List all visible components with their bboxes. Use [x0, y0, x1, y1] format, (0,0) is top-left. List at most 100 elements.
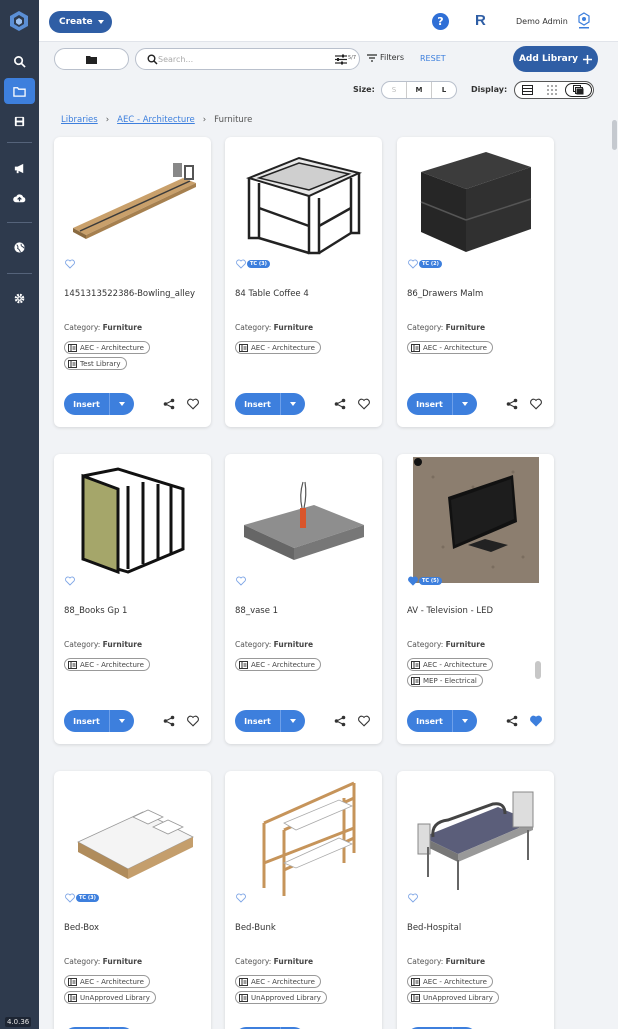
tune-icon[interactable]	[335, 54, 347, 65]
content-card[interactable]: 88_vase 1 Category: Furniture AEC - Arch…	[225, 454, 382, 744]
category-value: Furniture	[102, 640, 143, 649]
small-heart-icon[interactable]	[236, 893, 246, 903]
card-thumbnail[interactable]	[235, 464, 372, 576]
breadcrumb-libraries[interactable]: Libraries	[61, 115, 98, 125]
sidebar-item-web[interactable]	[4, 234, 35, 260]
content-card[interactable]: TC (2) 86_Drawers Malm Category: Furnitu…	[397, 137, 554, 427]
content-card[interactable]: TC (5) AV - Television - LED Category: F…	[397, 454, 554, 744]
reset-button[interactable]: RESET	[420, 54, 446, 63]
library-tag[interactable]: MEP - Electrical	[407, 674, 483, 687]
size-option-l[interactable]: L	[432, 82, 456, 98]
card-thumbnail[interactable]	[407, 781, 544, 893]
card-thumbnail[interactable]	[64, 781, 201, 893]
heart-icon[interactable]	[358, 398, 370, 410]
small-heart-icon[interactable]	[65, 259, 75, 269]
card-thumbnail[interactable]	[407, 147, 544, 259]
small-heart-icon[interactable]	[236, 576, 246, 586]
insert-dropdown[interactable]	[109, 710, 134, 732]
create-button[interactable]: Create	[49, 11, 112, 33]
display-grid-option[interactable]	[540, 82, 565, 98]
insert-button[interactable]: Insert	[235, 393, 305, 415]
share-icon[interactable]	[506, 715, 518, 727]
small-heart-icon[interactable]	[65, 576, 75, 586]
library-tag[interactable]: AEC - Architecture	[235, 341, 321, 354]
share-icon[interactable]	[163, 398, 175, 410]
content-card[interactable]: Bed-Bunk Category: Furniture AEC - Archi…	[225, 771, 382, 1029]
filters-button[interactable]: Filters	[367, 53, 404, 62]
heart-icon[interactable]	[187, 715, 199, 727]
share-icon[interactable]	[334, 398, 346, 410]
user-avatar-icon[interactable]	[577, 12, 591, 30]
heart-icon[interactable]	[358, 715, 370, 727]
card-thumbnail[interactable]	[235, 147, 372, 259]
tc-badge[interactable]: TC (5)	[419, 577, 442, 585]
small-heart-icon[interactable]	[408, 259, 418, 269]
sidebar-item-upload[interactable]	[4, 185, 35, 211]
category-value: Furniture	[273, 640, 314, 649]
tags-scrollbar[interactable]	[535, 661, 541, 679]
small-heart-icon[interactable]	[65, 893, 75, 903]
small-heart-icon[interactable]	[408, 576, 418, 586]
card-thumbnail[interactable]	[407, 457, 544, 583]
sidebar-item-libraries[interactable]	[4, 78, 35, 104]
content-card[interactable]: Bed-Hospital Category: Furniture AEC - A…	[397, 771, 554, 1029]
insert-button[interactable]: Insert	[407, 710, 477, 732]
insert-dropdown[interactable]	[280, 710, 305, 732]
library-tag[interactable]: AEC - Architecture	[64, 658, 150, 671]
insert-dropdown[interactable]	[109, 393, 134, 415]
search-input[interactable]	[158, 52, 328, 67]
library-tag[interactable]: AEC - Architecture	[235, 658, 321, 671]
share-icon[interactable]	[506, 398, 518, 410]
tc-badge[interactable]: TC (2)	[419, 260, 442, 268]
insert-dropdown[interactable]	[452, 710, 477, 732]
insert-button[interactable]: Insert	[407, 393, 477, 415]
library-tag[interactable]: AEC - Architecture	[235, 975, 321, 988]
insert-button[interactable]: Insert	[64, 710, 134, 732]
tc-badge[interactable]: TC (3)	[76, 894, 99, 902]
user-name[interactable]: Demo Admin	[516, 17, 568, 26]
library-tag[interactable]: Test Library	[64, 357, 127, 370]
small-heart-icon[interactable]	[236, 259, 246, 269]
size-option-m[interactable]: M	[406, 82, 432, 98]
heart-filled-icon[interactable]	[530, 715, 542, 727]
library-tag[interactable]: UnApproved Library	[407, 991, 499, 1004]
content-card[interactable]: TC (3) Bed-Box Category: Furniture AEC -…	[54, 771, 211, 1029]
card-thumbnail[interactable]	[64, 464, 201, 576]
revit-icon[interactable]: R	[475, 12, 486, 29]
share-icon[interactable]	[334, 715, 346, 727]
page-scrollbar[interactable]	[612, 120, 617, 150]
display-card-option[interactable]	[565, 83, 593, 97]
content-card[interactable]: 1451313522386-Bowling_alley Category: Fu…	[54, 137, 211, 427]
card-thumbnail[interactable]	[64, 147, 201, 259]
add-library-button[interactable]: Add Library	[513, 46, 598, 72]
sidebar-item-settings[interactable]	[4, 285, 35, 311]
folder-view-button[interactable]	[54, 48, 129, 70]
insert-button[interactable]: Insert	[64, 393, 134, 415]
content-card[interactable]: 88_Books Gp 1 Category: Furniture AEC - …	[54, 454, 211, 744]
help-icon[interactable]: ?	[432, 13, 449, 30]
library-tag[interactable]: AEC - Architecture	[64, 341, 150, 354]
insert-dropdown[interactable]	[280, 393, 305, 415]
library-tag[interactable]: UnApproved Library	[64, 991, 156, 1004]
heart-icon[interactable]	[530, 398, 542, 410]
tc-badge[interactable]: TC (3)	[247, 260, 270, 268]
app-logo-icon[interactable]	[8, 10, 30, 32]
sidebar-item-announcements[interactable]	[4, 155, 35, 181]
library-tag[interactable]: AEC - Architecture	[64, 975, 150, 988]
breadcrumb-aec-architecture[interactable]: AEC - Architecture	[117, 115, 195, 125]
sidebar-item-search[interactable]	[4, 48, 35, 74]
share-icon[interactable]	[163, 715, 175, 727]
size-option-s[interactable]: S	[382, 82, 406, 98]
insert-dropdown[interactable]	[452, 393, 477, 415]
display-list-option[interactable]	[515, 82, 540, 98]
library-tag[interactable]: UnApproved Library	[235, 991, 327, 1004]
card-thumbnail[interactable]	[235, 781, 372, 896]
sidebar-item-saved[interactable]	[4, 108, 35, 134]
library-tag[interactable]: AEC - Architecture	[407, 658, 493, 671]
heart-icon[interactable]	[187, 398, 199, 410]
content-card[interactable]: TC (3) 84 Table Coffee 4 Category: Furni…	[225, 137, 382, 427]
library-tag[interactable]: AEC - Architecture	[407, 341, 493, 354]
insert-button[interactable]: Insert	[235, 710, 305, 732]
library-tag[interactable]: AEC - Architecture	[407, 975, 493, 988]
small-heart-icon[interactable]	[408, 893, 418, 903]
